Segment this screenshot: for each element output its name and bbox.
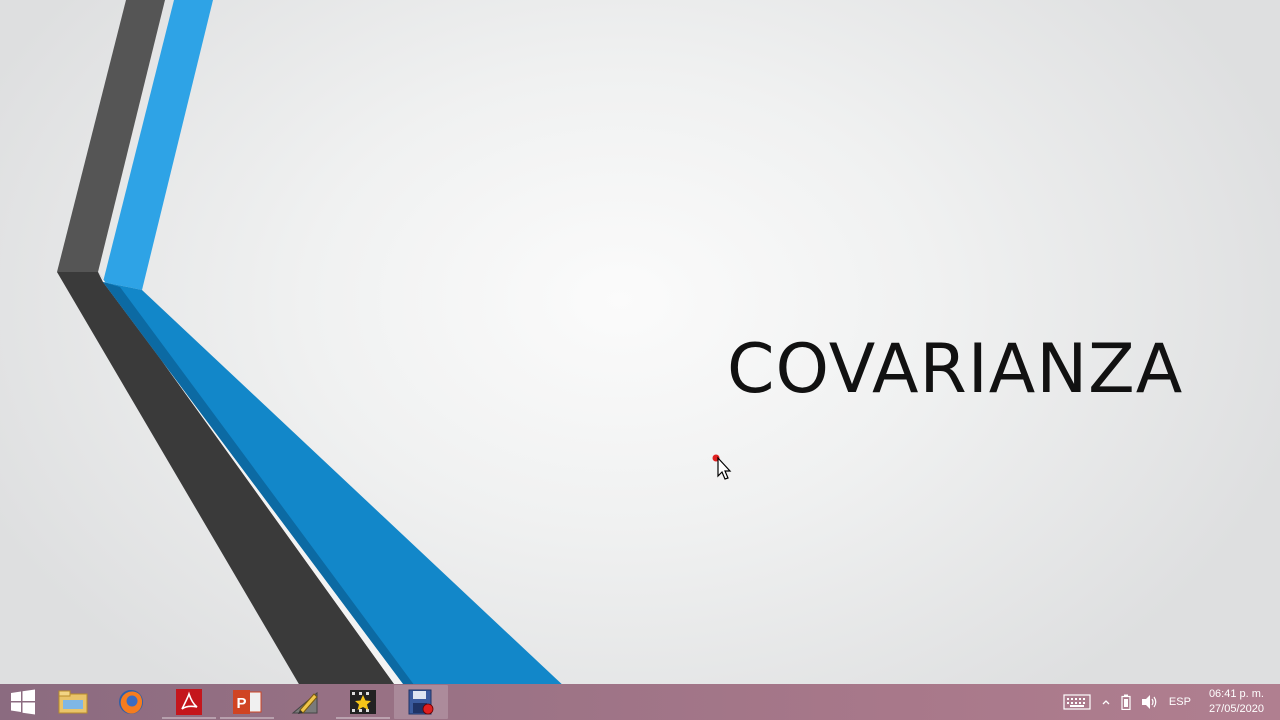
powerpoint-icon: P (233, 690, 262, 714)
taskbar-acrobat[interactable] (162, 685, 216, 719)
svg-text:P: P (236, 695, 246, 712)
taskbar-file-explorer[interactable] (46, 685, 100, 719)
slide-title: COVARIANZA (727, 330, 1184, 409)
show-hidden-icons-button[interactable] (1101, 697, 1111, 707)
start-button[interactable] (0, 684, 46, 720)
clock[interactable]: 06:41 p. m. 27/05/2020 (1209, 687, 1264, 717)
pencil-ruler-icon (291, 691, 318, 714)
taskbar-paint-tool[interactable] (278, 685, 332, 719)
acrobat-icon (176, 689, 202, 715)
windows-logo-icon (11, 689, 35, 715)
folder-icon (58, 690, 88, 714)
keyboard-icon (1063, 694, 1091, 710)
slide-canvas: COVARIANZA (0, 0, 1280, 684)
clock-date: 27/05/2020 (1208, 703, 1264, 715)
clock-time: 06:41 p. m. (1208, 688, 1264, 700)
speaker-icon (1141, 695, 1157, 709)
input-language[interactable]: ESP (1169, 696, 1191, 708)
taskbar-powerpoint[interactable]: P (220, 685, 274, 719)
touch-keyboard-button[interactable] (1063, 694, 1091, 710)
volume-button[interactable] (1141, 694, 1159, 710)
taskbar: P ESP 06:41 p. m. 27/05/2020 (0, 684, 1280, 720)
firefox-icon (119, 690, 143, 714)
film-star-icon (350, 690, 376, 714)
floppy-record-icon (408, 689, 434, 715)
battery-button[interactable] (1121, 694, 1131, 710)
system-tray: ESP 06:41 p. m. 27/05/2020 (1063, 684, 1280, 720)
taskbar-movie-maker[interactable] (336, 685, 390, 719)
battery-icon (1121, 694, 1131, 710)
mouse-cursor-icon (712, 454, 732, 480)
chevron-up-icon (1102, 700, 1110, 705)
taskbar-firefox[interactable] (104, 685, 158, 719)
taskbar-screen-recorder[interactable] (394, 685, 448, 719)
